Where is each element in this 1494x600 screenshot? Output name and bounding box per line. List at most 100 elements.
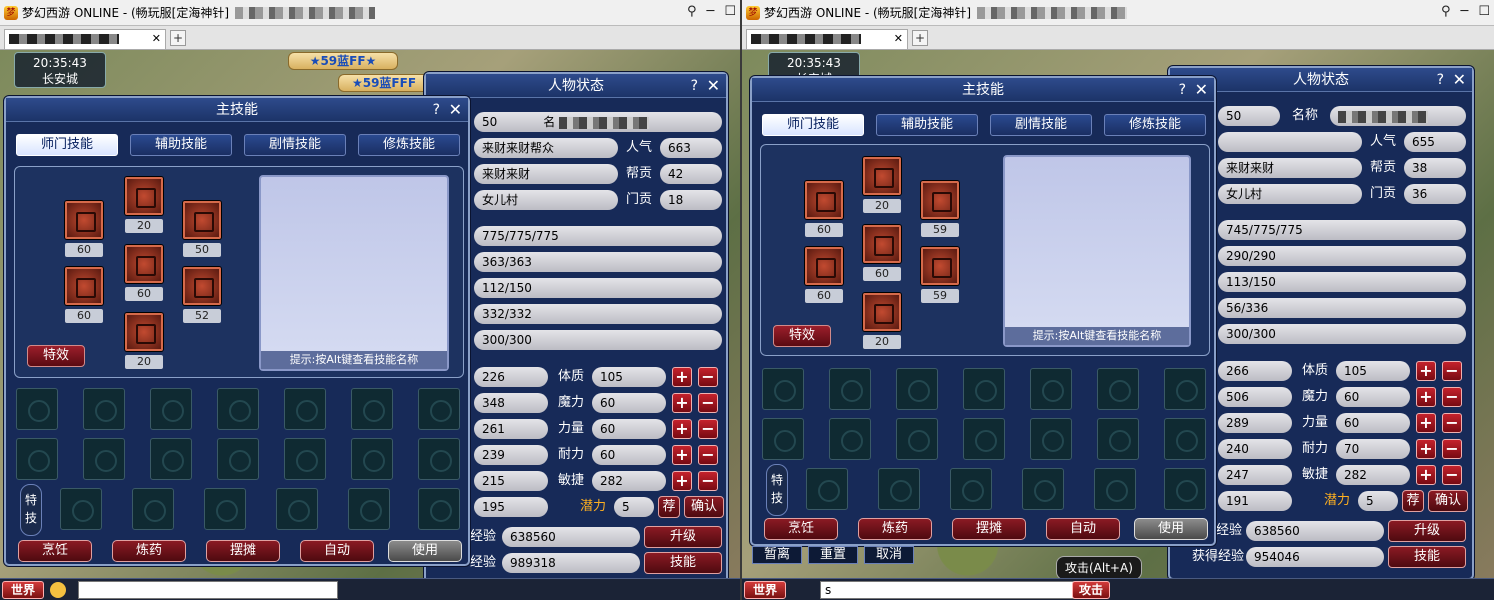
skill-icon-1[interactable]	[125, 177, 163, 215]
slot[interactable]	[762, 368, 804, 410]
slot[interactable]	[150, 438, 192, 480]
upgrade-button[interactable]: 升级	[644, 526, 722, 548]
special-slot[interactable]	[132, 488, 174, 530]
slot[interactable]	[217, 388, 259, 430]
plus-button-4[interactable]: +	[672, 471, 692, 491]
special-slot[interactable]	[878, 468, 920, 510]
recommend-button[interactable]: 荐	[1402, 490, 1424, 512]
skill-icon-2[interactable]	[65, 201, 103, 239]
tab-assist-skills[interactable]: 辅助技能	[130, 134, 232, 156]
stall-button[interactable]: 摆摊	[206, 540, 280, 562]
confirm-button[interactable]: 确认	[1428, 490, 1468, 512]
special-slot[interactable]	[1022, 468, 1064, 510]
skill-icon-7[interactable]	[125, 313, 163, 351]
special-slot[interactable]	[1164, 468, 1206, 510]
slot[interactable]	[351, 438, 393, 480]
slot[interactable]	[1030, 368, 1072, 410]
chat-input[interactable]: s	[820, 581, 1080, 599]
minus-button-2[interactable]: −	[698, 419, 718, 439]
skill-icon-5[interactable]	[805, 247, 843, 285]
world-channel-button[interactable]: 世界	[2, 581, 44, 599]
plus-button-3[interactable]: +	[1416, 439, 1436, 459]
minus-button-1[interactable]: −	[698, 393, 718, 413]
slot[interactable]	[963, 368, 1005, 410]
slot[interactable]	[83, 438, 125, 480]
close-tab-icon[interactable]: ✕	[152, 30, 161, 48]
attack-button[interactable]: 攻击	[1072, 581, 1110, 599]
help-icon[interactable]: ?	[1437, 68, 1444, 92]
slot[interactable]	[896, 418, 938, 460]
away-button[interactable]: 暂离	[752, 546, 802, 564]
use-button[interactable]: 使用	[1134, 518, 1208, 540]
use-button[interactable]: 使用	[388, 540, 462, 562]
help-icon[interactable]: ?	[433, 98, 440, 122]
alchemy-button[interactable]: 炼药	[112, 540, 186, 562]
skill-icon-2[interactable]	[805, 181, 843, 219]
special-slot[interactable]	[1094, 468, 1136, 510]
slot[interactable]	[1097, 418, 1139, 460]
upgrade-button[interactable]: 升级	[1388, 520, 1466, 542]
close-icon[interactable]: ✕	[707, 74, 720, 98]
tab-cultivation-skills[interactable]: 修炼技能	[358, 134, 460, 156]
skill-button[interactable]: 技能	[1388, 546, 1466, 568]
tab-sect-skills[interactable]: 师门技能	[16, 134, 118, 156]
special-slot[interactable]	[418, 488, 460, 530]
skill-icon-6[interactable]	[921, 247, 959, 285]
special-slot[interactable]	[276, 488, 318, 530]
minus-button-1[interactable]: −	[1442, 387, 1462, 407]
slot[interactable]	[963, 418, 1005, 460]
pin-icon[interactable]: ⚲	[687, 4, 697, 19]
plus-button-2[interactable]: +	[672, 419, 692, 439]
close-icon[interactable]: ✕	[1453, 68, 1466, 92]
reset-button[interactable]: 重置	[808, 546, 858, 564]
slot[interactable]	[418, 438, 460, 480]
slot[interactable]	[284, 388, 326, 430]
minus-button-3[interactable]: −	[698, 445, 718, 465]
cancel-button[interactable]: 取消	[864, 546, 914, 564]
stall-button[interactable]: 摆摊	[952, 518, 1026, 540]
minus-button-4[interactable]: −	[698, 471, 718, 491]
maximize-icon[interactable]: ☐	[724, 4, 736, 19]
skill-icon-3[interactable]	[921, 181, 959, 219]
slot[interactable]	[150, 388, 192, 430]
pin-icon[interactable]: ⚲	[1441, 4, 1451, 19]
plus-button-0[interactable]: +	[672, 367, 692, 387]
skill-button[interactable]: 技能	[644, 552, 722, 574]
left-browser-tab[interactable]: ✕	[4, 29, 166, 49]
special-slot[interactable]	[950, 468, 992, 510]
close-icon[interactable]: ✕	[1195, 78, 1208, 102]
plus-button-4[interactable]: +	[1416, 465, 1436, 485]
slot[interactable]	[896, 368, 938, 410]
special-slot[interactable]	[806, 468, 848, 510]
plus-button-3[interactable]: +	[672, 445, 692, 465]
alchemy-button[interactable]: 炼药	[858, 518, 932, 540]
special-slot[interactable]	[204, 488, 246, 530]
slot[interactable]	[1097, 368, 1139, 410]
player-namebar-1[interactable]: ★59蓝FF★	[288, 52, 398, 70]
cooking-button[interactable]: 烹饪	[764, 518, 838, 540]
plus-button-1[interactable]: +	[1416, 387, 1436, 407]
skill-icon-7[interactable]	[863, 293, 901, 331]
tab-cultivation-skills[interactable]: 修炼技能	[1104, 114, 1206, 136]
new-tab-button[interactable]: +	[912, 30, 928, 46]
minimize-icon[interactable]: ─	[1461, 4, 1469, 19]
tab-assist-skills[interactable]: 辅助技能	[876, 114, 978, 136]
auto-button[interactable]: 自动	[1046, 518, 1120, 540]
player-namebar-2[interactable]: ★59蓝FFF	[338, 74, 430, 92]
skill-icon-3[interactable]	[183, 201, 221, 239]
minus-button-3[interactable]: −	[1442, 439, 1462, 459]
slot[interactable]	[1164, 368, 1206, 410]
slot[interactable]	[217, 438, 259, 480]
maximize-icon[interactable]: ☐	[1478, 4, 1490, 19]
plus-button-2[interactable]: +	[1416, 413, 1436, 433]
tab-sect-skills[interactable]: 师门技能	[762, 114, 864, 136]
world-channel-button[interactable]: 世界	[744, 581, 786, 599]
slot[interactable]	[1030, 418, 1072, 460]
slot[interactable]	[83, 388, 125, 430]
emoji-icon[interactable]	[50, 582, 66, 598]
minus-button-0[interactable]: −	[1442, 361, 1462, 381]
auto-button[interactable]: 自动	[300, 540, 374, 562]
close-tab-icon[interactable]: ✕	[894, 30, 903, 48]
slot[interactable]	[16, 438, 58, 480]
skill-icon-4[interactable]	[863, 225, 901, 263]
